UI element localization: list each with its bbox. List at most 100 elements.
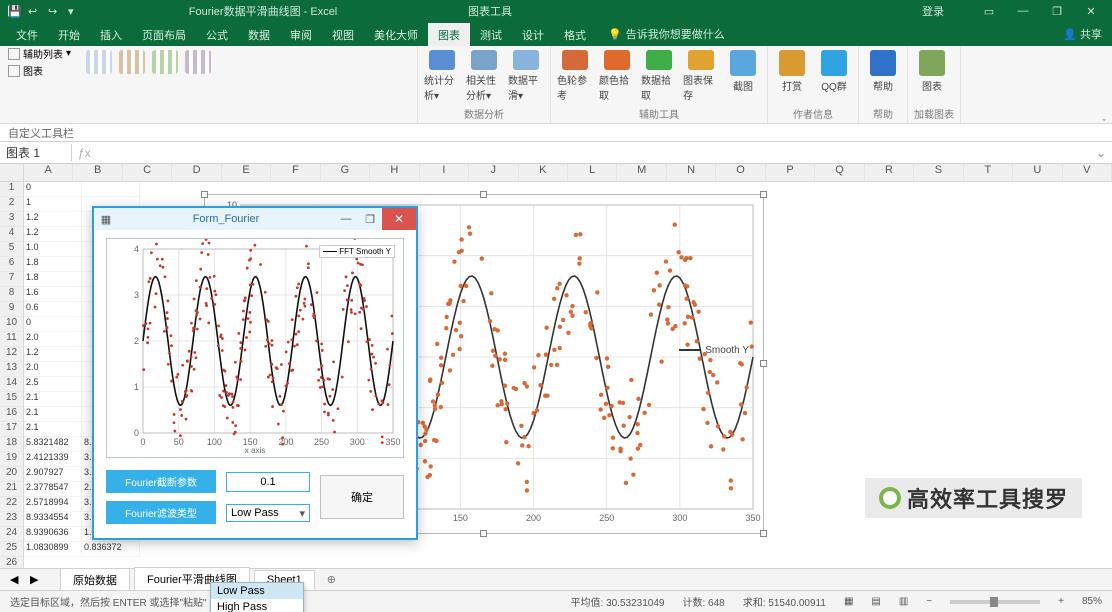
view-layout-icon[interactable]: ▤ <box>871 596 880 607</box>
cell[interactable] <box>82 182 140 197</box>
column-headers[interactable]: ABCDEFGHIJKLMNOPQRSTUV <box>24 164 1112 182</box>
chart-style-gallery[interactable] <box>84 50 411 74</box>
cell[interactable]: 2.907927 <box>24 467 82 482</box>
ribbon-button[interactable]: 截图 <box>725 50 761 102</box>
ribbon-options-icon[interactable]: ▭ <box>974 5 1004 18</box>
row-header[interactable]: 7 <box>0 272 23 287</box>
row-header[interactable]: 6 <box>0 257 23 272</box>
row-header[interactable]: 3 <box>0 212 23 227</box>
form-minimize-icon[interactable]: — <box>334 213 358 225</box>
undo-icon[interactable]: ↩ <box>28 5 40 17</box>
column-header[interactable]: H <box>370 164 419 181</box>
zoom-out-icon[interactable]: − <box>926 596 932 607</box>
column-header[interactable]: J <box>469 164 518 181</box>
cell[interactable]: 8.9334554 <box>24 512 82 527</box>
row-header[interactable]: 2 <box>0 197 23 212</box>
tell-me[interactable]: 💡告诉我你想要做什么 <box>596 22 737 46</box>
cell[interactable]: 1.2 <box>24 347 82 362</box>
row-header[interactable]: 10 <box>0 317 23 332</box>
cell[interactable]: 1.2 <box>24 212 82 227</box>
ribbon-button[interactable]: 图表 <box>914 50 950 102</box>
tab-view[interactable]: 视图 <box>322 23 364 46</box>
checkbox-icon[interactable] <box>8 65 20 77</box>
form-close-button[interactable]: ✕ <box>382 208 416 230</box>
cell[interactable]: 1.8 <box>24 257 82 272</box>
row-header[interactable]: 25 <box>0 542 23 557</box>
row-header[interactable]: 15 <box>0 392 23 407</box>
row-header[interactable]: 11 <box>0 332 23 347</box>
ribbon-collapse-icon[interactable]: ˬ <box>1102 109 1106 121</box>
row-header[interactable]: 1 <box>0 182 23 197</box>
tab-test[interactable]: 测试 <box>470 23 512 46</box>
column-header[interactable]: E <box>222 164 271 181</box>
ribbon-button[interactable]: 统计分析▾ <box>424 50 460 102</box>
cell[interactable]: 2.5718994 <box>24 497 82 512</box>
dropdown-option[interactable]: High Pass <box>211 599 303 612</box>
row-header[interactable]: 22 <box>0 497 23 512</box>
column-header[interactable]: A <box>24 164 73 181</box>
ribbon-left-item[interactable]: 辅助列表 <box>23 46 63 61</box>
row-header[interactable]: 9 <box>0 302 23 317</box>
fourier-filter-type-select[interactable]: Low Pass <box>226 504 310 522</box>
cell[interactable]: 2.0 <box>24 362 82 377</box>
ribbon-button[interactable]: 数据拾取 <box>641 50 677 102</box>
column-header[interactable]: I <box>420 164 469 181</box>
row-header[interactable]: 19 <box>0 452 23 467</box>
column-header[interactable]: U <box>1013 164 1062 181</box>
save-icon[interactable]: 💾 <box>8 5 20 17</box>
ribbon-button[interactable]: 打赏 <box>774 50 810 102</box>
ribbon-button[interactable]: 相关性分析▾ <box>466 50 502 102</box>
column-header[interactable]: O <box>716 164 765 181</box>
select-all-corner[interactable] <box>0 164 24 182</box>
redo-icon[interactable]: ↪ <box>48 5 60 17</box>
cell[interactable]: 0.6 <box>24 302 82 317</box>
cell[interactable]: 2.0 <box>24 332 82 347</box>
new-sheet-button[interactable]: ⊕ <box>319 573 344 586</box>
sheet-nav-first-icon[interactable]: ◀ <box>10 573 18 586</box>
cell[interactable]: 1 <box>24 197 82 212</box>
tab-review[interactable]: 审阅 <box>280 23 322 46</box>
ribbon-button[interactable]: 颜色拾取 <box>599 50 635 102</box>
column-header[interactable]: K <box>519 164 568 181</box>
ribbon-left-item[interactable]: 图表 <box>23 63 43 78</box>
ribbon-button[interactable]: 帮助 <box>865 50 901 102</box>
view-normal-icon[interactable]: ▦ <box>844 596 853 607</box>
fx-icon[interactable]: ƒx <box>72 146 97 160</box>
cell[interactable]: 1.6 <box>24 287 82 302</box>
ribbon-button[interactable]: QQ群 <box>816 50 852 102</box>
sheet-nav-last-icon[interactable]: ▶ <box>30 573 38 586</box>
zoom-level[interactable]: 85% <box>1082 596 1102 607</box>
column-header[interactable]: M <box>617 164 666 181</box>
tab-design[interactable]: 设计 <box>512 23 554 46</box>
cell[interactable]: 2.1 <box>24 407 82 422</box>
tab-layout[interactable]: 页面布局 <box>132 23 196 46</box>
cell[interactable]: 2.3778547 <box>24 482 82 497</box>
column-header[interactable]: N <box>667 164 716 181</box>
row-header[interactable]: 5 <box>0 242 23 257</box>
ribbon-button[interactable]: 数据平滑▾ <box>508 50 544 102</box>
cell[interactable]: 2.5 <box>24 377 82 392</box>
qat-more-icon[interactable]: ▾ <box>68 5 80 17</box>
share-button[interactable]: 👤 共享 <box>1053 22 1112 46</box>
cell[interactable]: 0 <box>24 317 82 332</box>
cell[interactable]: 1.0 <box>24 242 82 257</box>
column-header[interactable]: D <box>172 164 221 181</box>
fourier-filter-dropdown[interactable]: Low Pass High Pass Band Pass Band Block <box>210 582 304 612</box>
ribbon-button[interactable]: 图表保存 <box>683 50 719 102</box>
cell[interactable]: 0 <box>24 182 82 197</box>
name-box[interactable]: 图表 1 <box>0 144 72 161</box>
column-header[interactable]: F <box>271 164 320 181</box>
tab-beautify[interactable]: 美化大师 <box>364 23 428 46</box>
column-header[interactable]: Q <box>815 164 864 181</box>
dropdown-option[interactable]: Low Pass <box>211 583 303 599</box>
tab-home[interactable]: 开始 <box>48 23 90 46</box>
ribbon-button[interactable]: 色轮参考 <box>557 50 593 102</box>
tab-data[interactable]: 数据 <box>238 23 280 46</box>
tab-formulas[interactable]: 公式 <box>196 23 238 46</box>
column-header[interactable]: S <box>914 164 963 181</box>
close-icon[interactable]: ✕ <box>1076 5 1106 18</box>
form-maximize-icon[interactable]: ❐ <box>358 213 382 226</box>
row-header[interactable]: 14 <box>0 377 23 392</box>
tab-file[interactable]: 文件 <box>6 23 48 46</box>
form-fourier-dialog[interactable]: ▦ Form_Fourier — ❐ ✕ 0501001502002503003… <box>92 206 418 540</box>
